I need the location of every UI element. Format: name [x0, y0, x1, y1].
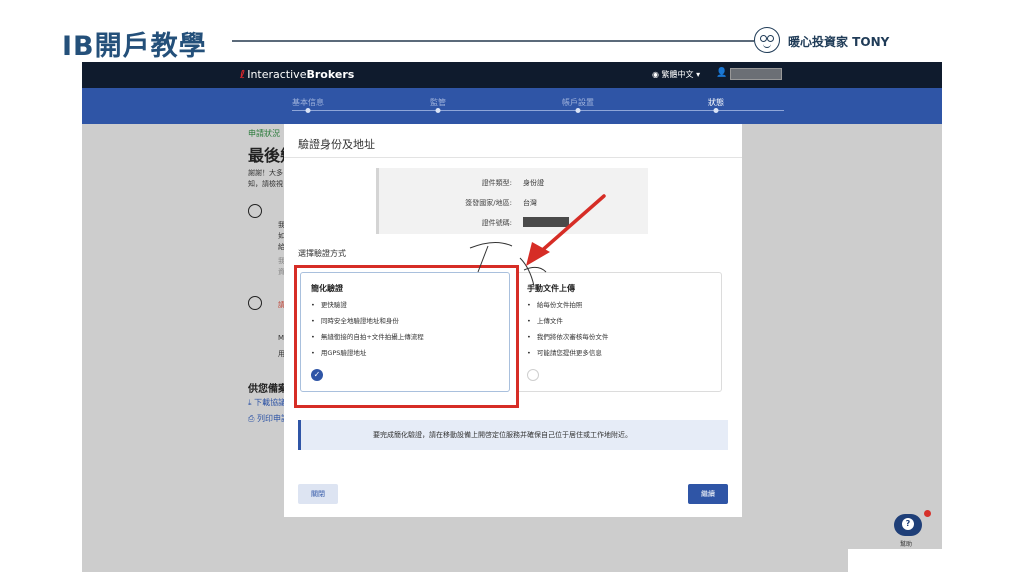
id-number-label: 證件號碼:	[481, 219, 512, 227]
step-dot	[305, 108, 311, 113]
step-account-setup: 帳戶設置	[562, 98, 594, 107]
download-agreement-link[interactable]: ⤓ 下載協議	[248, 397, 286, 408]
step-dot	[575, 108, 581, 113]
close-button[interactable]: 關閉	[298, 484, 338, 504]
slide-title: IB開戶教學	[62, 31, 207, 62]
help-icon: ?	[902, 518, 914, 530]
task-status-circle	[248, 296, 262, 310]
id-type-label: 證件類型:	[481, 179, 512, 187]
user-icon[interactable]: 👤	[716, 68, 727, 78]
notification-dot	[924, 510, 931, 517]
cover-box	[848, 549, 942, 572]
language-selector[interactable]: ◉ 繁體中文 ▾	[652, 69, 700, 80]
help-label: 幫助	[900, 541, 913, 548]
print-icon: ⎙	[248, 414, 255, 423]
issuing-country-value: 台灣	[523, 199, 537, 207]
download-icon: ⤓	[248, 398, 252, 407]
continue-button[interactable]: 繼續	[688, 484, 728, 504]
ib-top-bar: ℓ InteractiveBrokers ◉ 繁體中文 ▾ 👤	[82, 62, 942, 88]
step-basic-info: 基本信息	[292, 98, 324, 107]
step-dot	[435, 108, 441, 113]
radio-unselected[interactable]	[527, 369, 539, 381]
option-bullet: 上傳文件	[527, 315, 608, 331]
option-title: 手動文件上傳	[527, 284, 575, 293]
option-bullets: 給每份文件拍照 上傳文件 我們將依次審核每份文件 可能請您提供更多信息	[527, 299, 609, 363]
brand-logo-icon	[754, 27, 780, 53]
status-label: 申請狀況	[248, 129, 280, 138]
ib-flame-icon: ℓ	[240, 68, 246, 81]
ib-logo[interactable]: ℓ InteractiveBrokers	[240, 68, 354, 81]
print-application-link[interactable]: ⎙ 列印申請	[248, 413, 289, 424]
step-regulatory: 監管	[430, 98, 446, 107]
issuing-country-label: 簽發國家/地區:	[465, 199, 512, 207]
thanks-text: 謝謝！大多	[248, 169, 283, 177]
info-note-text: 要完成簡化驗證，請在移動設備上開啓定位服務并確保自己位于居住或工作地附近。	[373, 431, 632, 439]
step-dot	[713, 108, 719, 113]
id-type-value: 身份證	[523, 179, 544, 187]
progress-steps: 基本信息 監管 帳戶設置 狀態	[82, 88, 942, 124]
highlight-box	[294, 265, 519, 408]
modal-title: 驗證身份及地址	[298, 138, 375, 151]
option-bullet: 我們將依次審核每份文件	[527, 331, 609, 347]
records-heading: 供您備案	[248, 384, 288, 395]
option-bullet: 給每份文件拍照	[527, 299, 608, 315]
option-manual-upload[interactable]: 手動文件上傳 給每份文件拍照 上傳文件 我們將依次審核每份文件 可能請您提供更多…	[516, 272, 722, 392]
task-status-circle	[248, 204, 262, 218]
username-redacted	[730, 68, 782, 80]
brand-name: 暖心投資家 TONY	[788, 35, 890, 49]
ib-logo-bold: Brokers	[306, 68, 355, 81]
title-divider	[232, 40, 754, 42]
ib-logo-text: Interactive	[247, 68, 307, 81]
steps-track	[292, 110, 784, 111]
globe-icon: ◉	[652, 70, 659, 79]
choose-method-label: 選擇驗證方式	[298, 249, 346, 258]
modal-divider	[284, 157, 742, 158]
thanks-text: 知，請檢視	[248, 180, 283, 188]
download-link-label: 下載協議	[254, 398, 287, 407]
step-status: 狀態	[708, 98, 724, 107]
help-button[interactable]: ?	[894, 514, 922, 536]
slide: IB開戶教學 暖心投資家 TONY ℓ InteractiveBrokers ◉ …	[0, 0, 1024, 576]
info-note: 要完成簡化驗證，請在移動設備上開啓定位服務并確保自己位于居住或工作地附近。	[298, 420, 728, 450]
id-info-panel: 證件類型: 身份證 簽發國家/地區: 台灣 證件號碼:	[376, 168, 648, 234]
id-number-redacted	[523, 217, 569, 227]
option-bullet: 可能請您提供更多信息	[527, 347, 608, 363]
language-label: 繁體中文 ▾	[661, 70, 701, 79]
